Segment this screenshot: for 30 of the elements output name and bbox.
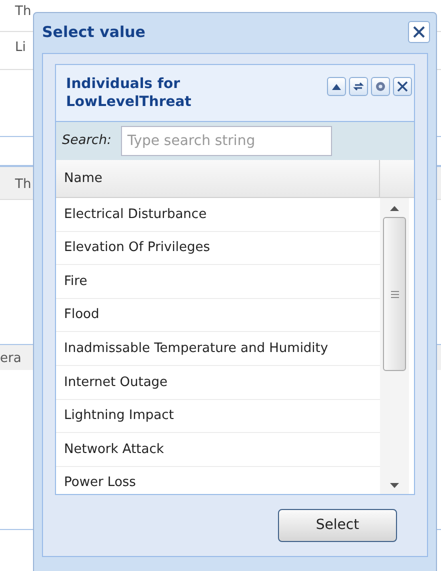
- background-text: Th: [15, 177, 32, 192]
- close-button[interactable]: [393, 77, 412, 96]
- refresh-icon: [353, 81, 364, 92]
- triangle-up-icon: [332, 84, 341, 90]
- background-text: Li: [15, 40, 26, 55]
- search-label: Search:: [62, 132, 112, 150]
- list-row[interactable]: Network Attack: [56, 433, 380, 467]
- background-text: era: [0, 351, 22, 366]
- panel-title: Individuals for LowLevelThreat: [66, 75, 192, 112]
- select-button[interactable]: Select: [278, 509, 397, 542]
- list-row[interactable]: Lightning Impact: [56, 400, 380, 434]
- window-title: Select value: [42, 22, 146, 43]
- scrollbar[interactable]: [380, 198, 409, 494]
- collapse-button[interactable]: [327, 77, 346, 96]
- background-text: Th: [15, 3, 32, 21]
- scroll-down-icon[interactable]: [390, 483, 399, 488]
- refresh-button[interactable]: [349, 77, 368, 96]
- settings-button[interactable]: [371, 77, 390, 96]
- list-row[interactable]: Electrical Disturbance: [56, 198, 380, 232]
- search-field[interactable]: Type search string: [121, 126, 332, 156]
- close-icon: [413, 26, 425, 38]
- list-row[interactable]: Inadmissable Temperature and Humidity: [56, 332, 380, 366]
- close-icon: [397, 81, 408, 92]
- close-button[interactable]: [408, 21, 430, 43]
- scroll-up-icon[interactable]: [390, 206, 399, 211]
- list-row[interactable]: Fire: [56, 265, 380, 299]
- grip-icon: [390, 290, 398, 298]
- list-row[interactable]: Internet Outage: [56, 366, 380, 400]
- list-row[interactable]: Elevation Of Privileges: [56, 232, 380, 266]
- list-row[interactable]: Flood: [56, 298, 380, 332]
